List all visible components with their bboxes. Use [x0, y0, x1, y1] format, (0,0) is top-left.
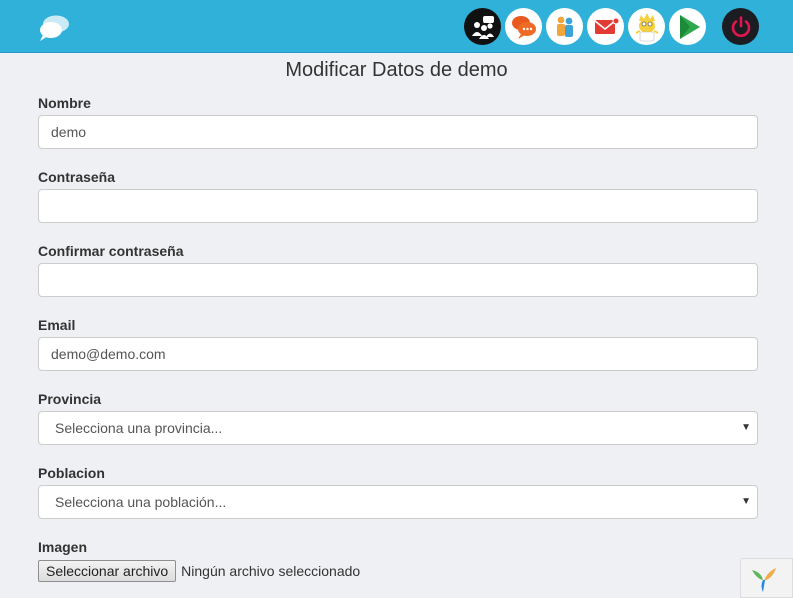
power-icon[interactable]	[722, 8, 759, 45]
yii-debug-badge[interactable]	[740, 558, 793, 598]
play-icon[interactable]	[669, 8, 706, 45]
character-icon[interactable]	[628, 8, 665, 45]
speech-bubbles-logo-icon[interactable]	[37, 14, 71, 42]
confirm-password-input[interactable]	[38, 263, 758, 297]
nombre-label: Nombre	[38, 95, 91, 111]
nombre-input[interactable]	[38, 115, 758, 149]
provincia-group: Provincia Selecciona una provincia... ▼	[38, 389, 758, 445]
email-group: Email	[38, 315, 758, 371]
poblacion-group: Poblacion Selecciona una población... ▼	[38, 463, 758, 519]
poblacion-select[interactable]: Selecciona una población... ▼	[38, 485, 758, 519]
confirm-password-label: Confirmar contraseña	[38, 243, 184, 259]
chevron-down-icon: ▼	[741, 422, 751, 433]
provincia-selected-value: Selecciona una provincia...	[55, 420, 223, 436]
chevron-down-icon: ▼	[741, 496, 751, 507]
email-label: Email	[38, 317, 76, 333]
page-title: Modificar Datos de demo	[285, 59, 508, 81]
provincia-select[interactable]: Selecciona una provincia... ▼	[38, 411, 758, 445]
choose-file-button[interactable]: Seleccionar archivo	[38, 560, 177, 582]
file-status: Ningún archivo seleccionado	[181, 563, 361, 579]
imagen-label: Imagen	[38, 539, 88, 555]
poblacion-selected-value: Selecciona una población...	[55, 494, 227, 510]
group-chat-icon[interactable]	[464, 8, 501, 45]
mail-icon[interactable]	[587, 8, 624, 45]
password-input[interactable]	[38, 189, 758, 223]
confirm-password-group: Confirmar contraseña	[38, 241, 758, 297]
imagen-group: Imagen Seleccionar archivo Ningún archiv…	[38, 537, 758, 582]
provincia-label: Provincia	[38, 391, 102, 407]
password-group: Contraseña	[38, 167, 758, 223]
top-navbar	[0, 0, 793, 53]
orange-chat-icon[interactable]	[505, 8, 542, 45]
password-label: Contraseña	[38, 169, 116, 185]
email-input[interactable]	[38, 337, 758, 371]
poblacion-label: Poblacion	[38, 465, 105, 481]
nombre-group: Nombre	[38, 93, 758, 149]
friends-icon[interactable]	[546, 8, 583, 45]
file-input: Seleccionar archivo Ningún archivo selec…	[38, 559, 360, 583]
yii-logo-icon	[752, 568, 776, 592]
